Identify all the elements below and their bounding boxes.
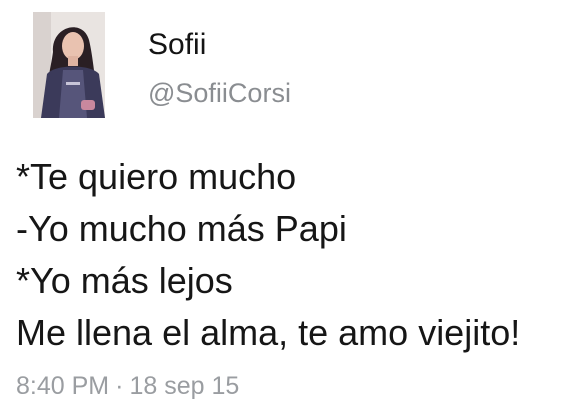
tweet-timestamp[interactable]: 8:40 PM · 18 sep 15	[16, 371, 239, 401]
tweet-text-line: -Yo mucho más Papi	[16, 208, 347, 249]
tweet-time: 8:40 PM	[16, 372, 110, 400]
user-handle[interactable]: @SofiiCorsi	[148, 77, 291, 109]
display-name[interactable]: Sofii	[148, 28, 206, 62]
tweet-date: 18 sep 15	[129, 372, 240, 400]
tweet-text-line: *Yo más lejos	[16, 260, 233, 301]
avatar-photo	[33, 12, 105, 118]
tweet-text: *Te quiero mucho -Yo mucho más Papi *Yo …	[16, 151, 576, 359]
timestamp-separator: ·	[115, 372, 124, 400]
tweet-card: Sofii @SofiiCorsi *Te quiero mucho -Yo m…	[0, 0, 582, 413]
tweet-text-line: Me llena el alma, te amo viejito!	[16, 312, 521, 353]
avatar[interactable]	[33, 12, 105, 118]
tweet-text-line: *Te quiero mucho	[16, 156, 297, 197]
